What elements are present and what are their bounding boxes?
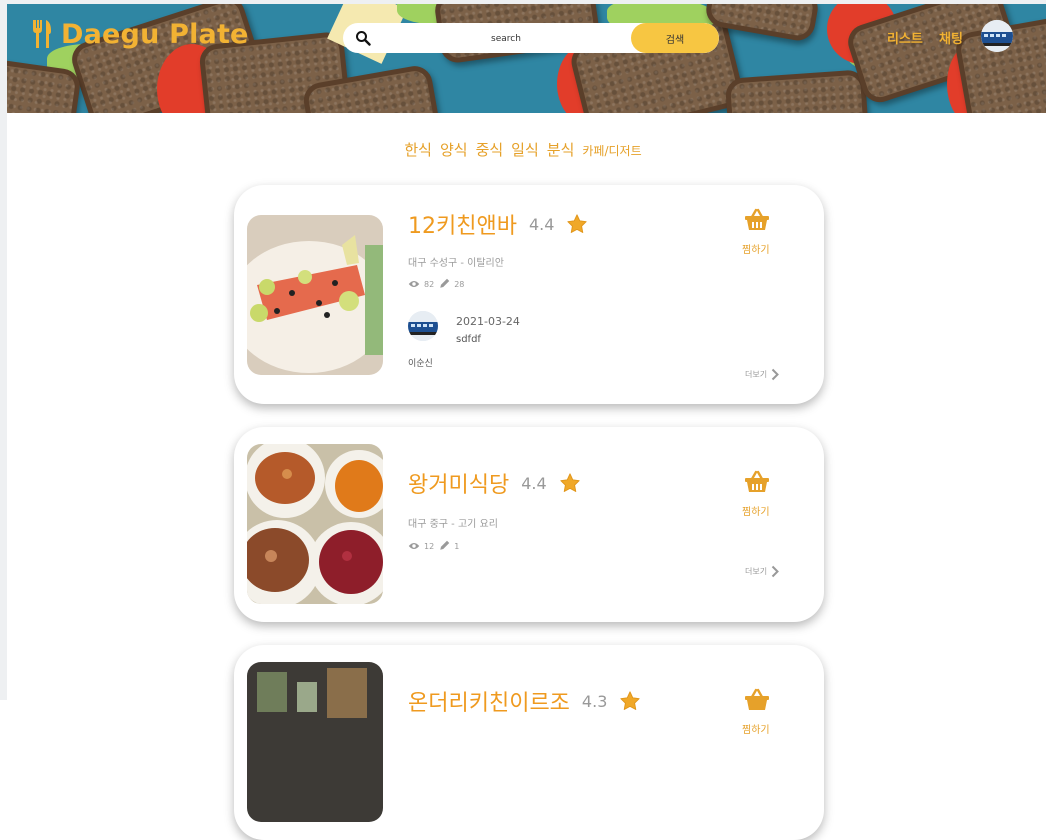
review-username: sdfdf [456,334,481,345]
more-label: 더보기 [745,370,768,379]
avatar-train-image [408,311,438,341]
basket-icon[interactable] [744,687,770,713]
category-nav: 한식 양식 중식 일식 분식 카페/디저트 [0,139,1046,160]
reviewer-avatar [408,311,438,341]
pick-button[interactable]: 찜하기 [742,241,770,256]
search-button[interactable]: 검색 [631,23,719,53]
restaurant-location: 대구 중구 - 고기 요리 [408,519,498,530]
more-label: 더보기 [745,567,768,576]
restaurant-interior-image [247,662,383,822]
category-chinese[interactable]: 중식 [476,139,504,160]
chevron-right-icon [771,368,780,381]
user-avatar[interactable] [981,20,1013,52]
pick-button[interactable]: 찜하기 [742,721,770,736]
search-icon [356,31,371,46]
page-left-edge [0,0,7,700]
restaurant-name[interactable]: 12키친앤바 [408,208,517,240]
category-western[interactable]: 양식 [440,139,468,160]
review-date: 2021-03-24 [456,315,520,328]
chevron-right-icon [771,565,780,578]
restaurant-card[interactable]: 12키친앤바 4.4 대구 수성구 - 이탈리안 82 28 2021-03-2… [234,185,824,404]
restaurant-stats: 82 28 [408,278,464,290]
restaurant-location: 대구 수성구 - 이탈리안 [408,258,504,269]
pencil-icon [440,540,450,550]
restaurant-photo[interactable] [247,662,383,822]
restaurant-card[interactable]: 온더리키친이르조 4.3 찜하기 [234,645,824,840]
restaurant-photo[interactable] [247,444,383,604]
more-link[interactable]: 더보기 [745,565,780,578]
restaurant-rating: 4.4 [528,214,555,234]
basket-icon[interactable] [744,469,770,495]
avatar-train-image [981,20,1013,52]
site-logo[interactable]: Daegu Plate [31,16,249,52]
restaurant-photo[interactable] [247,215,383,375]
restaurant-rating: 4.3 [581,691,608,711]
star-icon [620,691,640,710]
restaurant-name[interactable]: 온더리키친이르조 [408,685,570,717]
category-cafe-dessert[interactable]: 카페/디저트 [582,139,641,160]
header-banner: Daegu Plate 검색 리스트 채팅 [7,4,1046,113]
view-count: 82 [424,279,435,289]
category-korean[interactable]: 한식 [404,139,432,160]
banner-bread [724,69,870,113]
eye-icon [408,281,420,287]
fork-spoon-icon [33,20,51,48]
category-japanese[interactable]: 일식 [511,139,539,160]
restaurant-card[interactable]: 왕거미식당 4.4 대구 중구 - 고기 요리 12 1 찜하기 더보기 [234,427,824,622]
restaurant-title: 온더리키친이르조 4.3 [408,685,641,717]
restaurant-rating: 4.4 [521,473,547,493]
pencil-icon [440,278,450,288]
view-count: 12 [424,541,435,551]
search-input[interactable] [379,23,633,53]
nav-list-link[interactable]: 리스트 [887,28,923,47]
star-icon [560,473,580,492]
logo-text: Daegu Plate [61,18,249,50]
restaurant-title: 12키친앤바 4.4 [408,208,588,240]
salmon-dish-image [247,215,383,375]
eye-icon [408,543,420,549]
more-link[interactable]: 더보기 [745,368,780,381]
review-count: 1 [454,541,460,551]
review-text: 이순신 [408,359,433,369]
restaurant-stats: 12 1 [408,540,459,552]
korean-dishes-image [247,444,383,604]
basket-icon[interactable] [744,207,770,233]
pick-button[interactable]: 찜하기 [742,503,770,518]
review-count: 28 [454,279,465,289]
nav-chat-link[interactable]: 채팅 [939,28,963,47]
restaurant-title: 왕거미식당 4.4 [408,467,581,499]
search-bar: 검색 [343,23,719,53]
category-snack[interactable]: 분식 [547,139,575,160]
restaurant-name[interactable]: 왕거미식당 [408,467,509,499]
star-icon [567,214,588,233]
